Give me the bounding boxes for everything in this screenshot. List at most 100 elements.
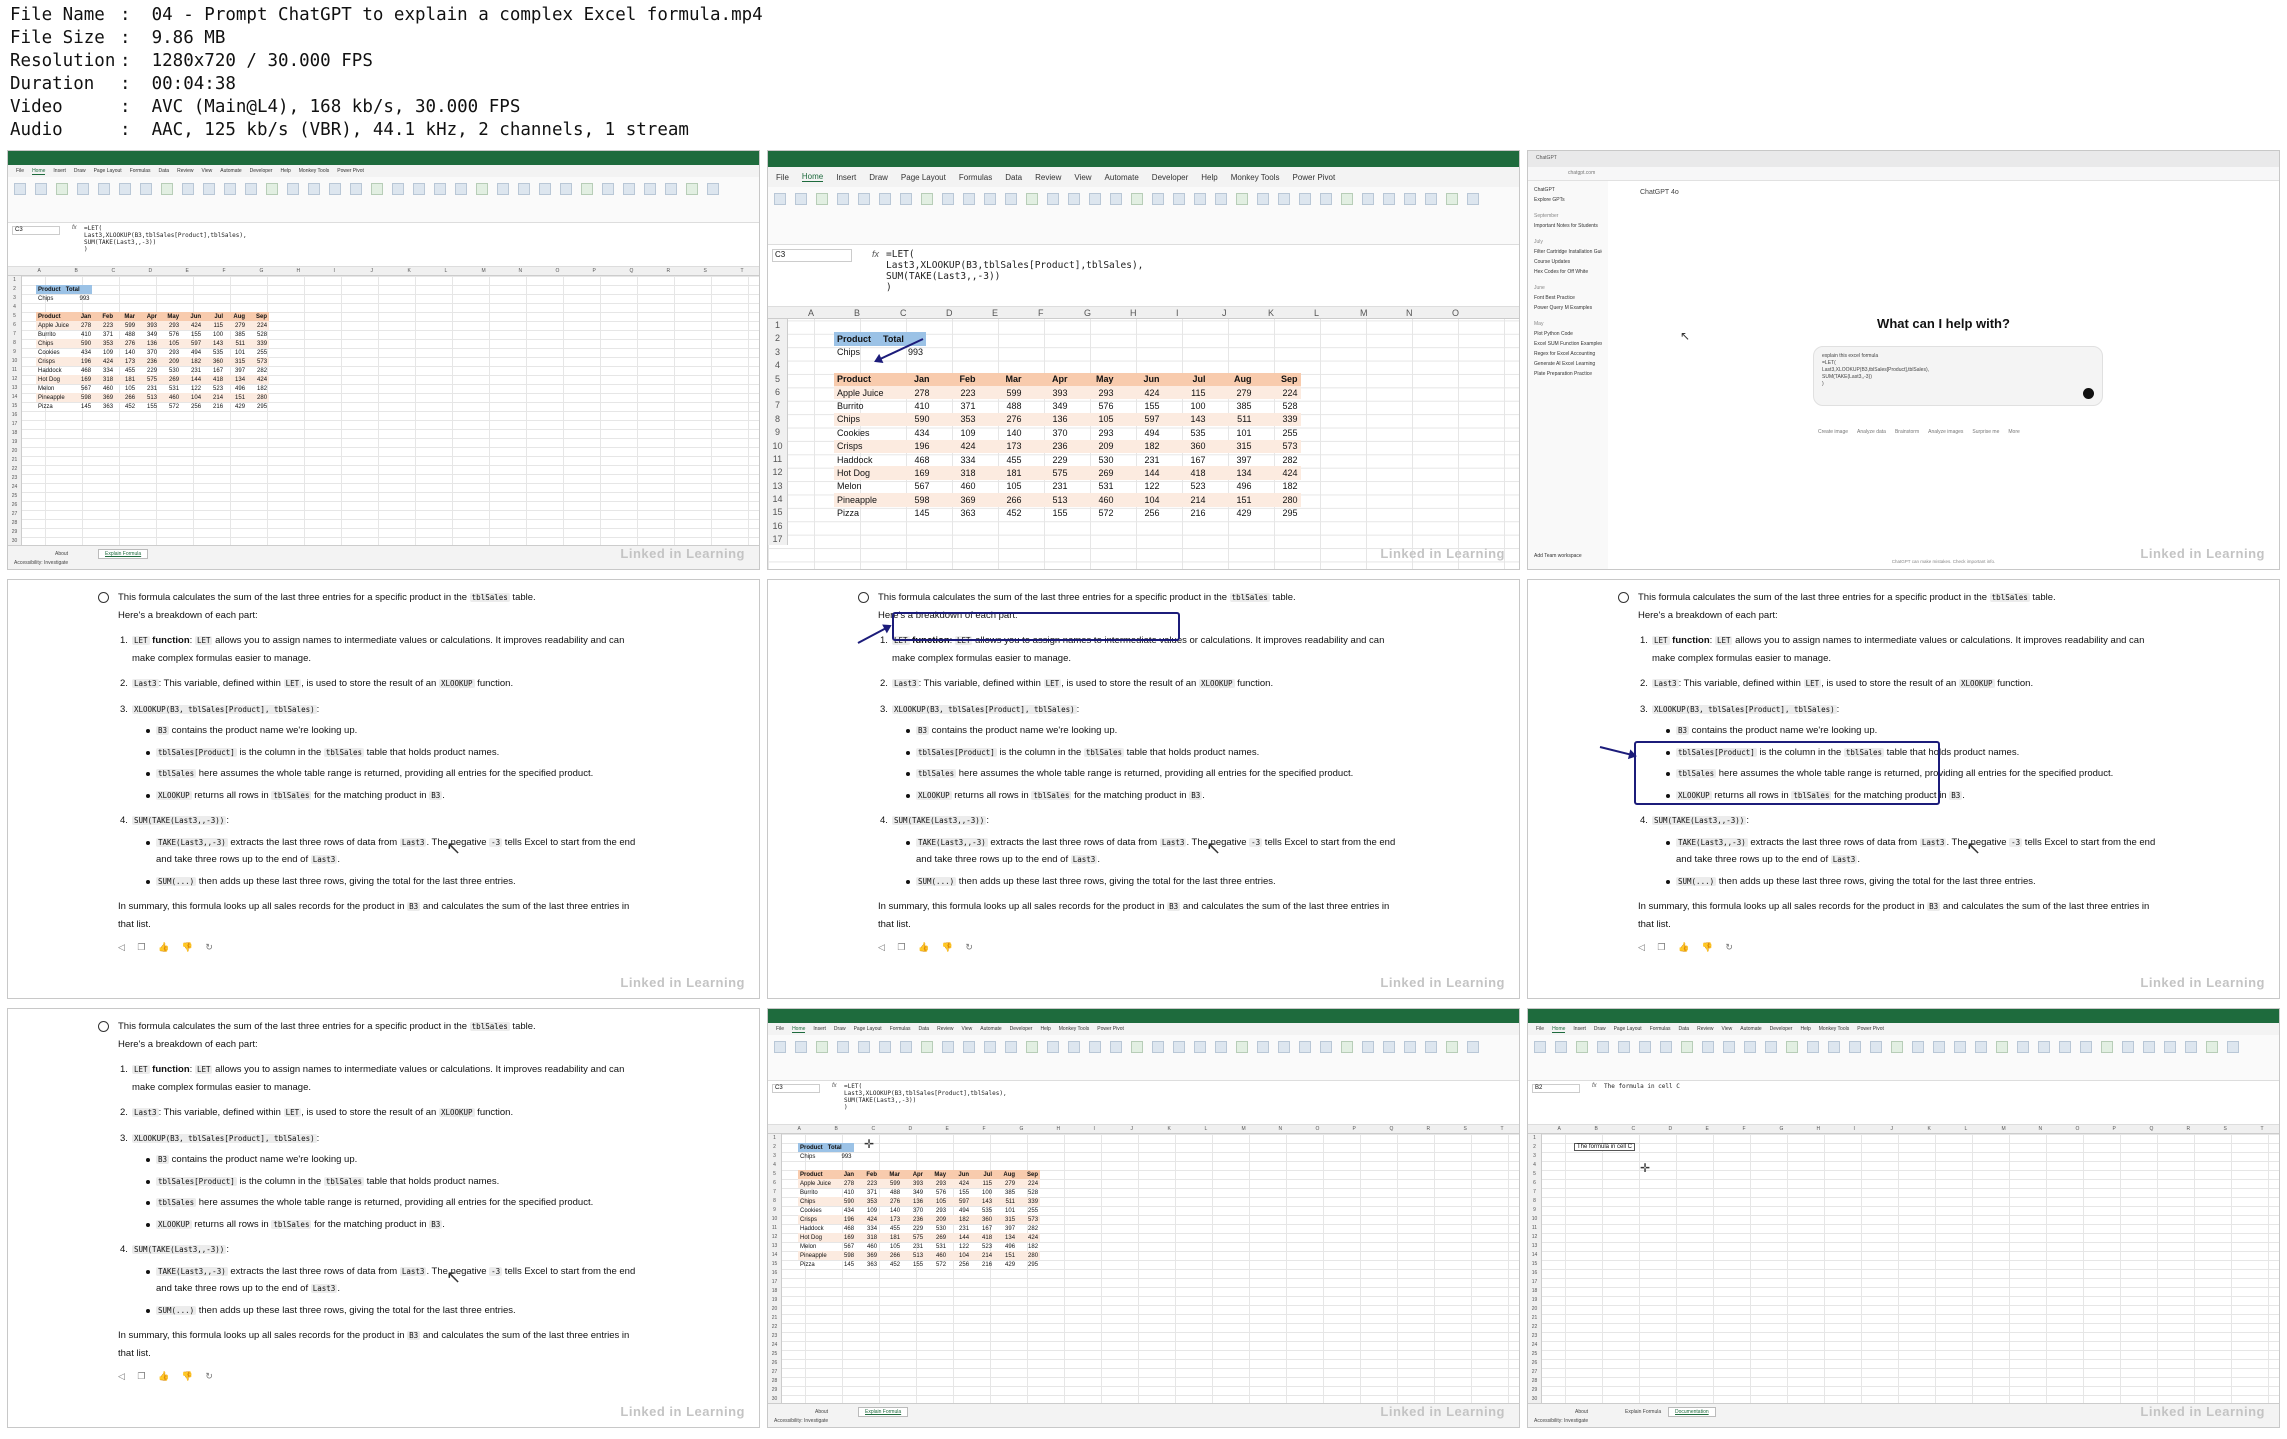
column-header[interactable]: I <box>1176 308 1179 318</box>
ribbon-tab[interactable]: Power Pivot <box>1292 173 1335 182</box>
ribbon-button-icon[interactable] <box>1173 1041 1185 1053</box>
row-header[interactable]: 17 <box>1528 1278 1541 1287</box>
ribbon-tab[interactable]: Draw <box>1594 1026 1606 1032</box>
ribbon-button-icon[interactable] <box>1404 1041 1416 1053</box>
ribbon-button-icon[interactable] <box>2206 1041 2218 1053</box>
sales-cell[interactable]: 280 <box>1254 493 1301 507</box>
column-header[interactable]: M <box>2002 1126 2006 1132</box>
sales-cell[interactable]: 513 <box>902 1251 926 1260</box>
column-header[interactable]: E <box>186 268 189 274</box>
column-header[interactable]: H <box>297 268 301 274</box>
sales-cell[interactable]: 528 <box>1017 1188 1040 1197</box>
sales-cell[interactable]: 369 <box>856 1251 880 1260</box>
row-header[interactable]: 4 <box>768 359 787 372</box>
row-header[interactable]: 9 <box>768 1206 781 1215</box>
row-header[interactable]: 4 <box>8 303 21 312</box>
sidebar-item[interactable]: Power Query M Examples <box>1534 305 1602 315</box>
sales-cell[interactable]: 143 <box>203 339 226 348</box>
sales-header[interactable]: May <box>159 312 182 321</box>
sales-cell[interactable]: 334 <box>933 453 979 466</box>
sidebar-item[interactable]: Hex Codes for Off White <box>1534 269 1602 279</box>
row-header[interactable]: 20 <box>1528 1305 1541 1314</box>
sales-cell[interactable]: 100 <box>203 330 225 339</box>
column-header[interactable]: H <box>1057 1126 1061 1132</box>
ribbon-button-icon[interactable] <box>879 193 891 205</box>
sales-cell[interactable]: 105 <box>925 1197 949 1206</box>
sales-cell[interactable]: 575 <box>1024 466 1071 480</box>
ribbon-button-icon[interactable] <box>1975 1041 1987 1053</box>
sales-cell[interactable]: 429 <box>994 1260 1017 1269</box>
sales-cell[interactable]: Haddock <box>36 366 71 375</box>
ribbon-button-icon[interactable] <box>1933 1041 1945 1053</box>
ribbon-button-icon[interactable] <box>1446 193 1458 205</box>
sales-cell[interactable]: 370 <box>137 348 159 357</box>
sales-cell[interactable]: 460 <box>1070 493 1117 507</box>
ribbon-button-icon[interactable] <box>1173 193 1185 205</box>
sales-cell[interactable]: 269 <box>925 1233 949 1242</box>
column-header[interactable]: K <box>1168 1126 1171 1132</box>
sidebar-item[interactable]: Excel SUM Function Examples <box>1534 341 1602 351</box>
ribbon-tab[interactable]: Home <box>801 172 824 182</box>
sales-cell[interactable]: 455 <box>979 453 1025 466</box>
sales-cell[interactable]: 151 <box>994 1251 1018 1260</box>
ribbon-button-icon[interactable] <box>1383 193 1395 205</box>
sales-cell[interactable]: 334 <box>856 1224 879 1233</box>
sales-cell[interactable]: 231 <box>137 384 159 393</box>
sales-cell[interactable]: 494 <box>948 1206 971 1215</box>
ribbon-button-icon[interactable] <box>686 183 698 195</box>
sales-cell[interactable]: 224 <box>247 321 270 330</box>
sales-cell[interactable]: 424 <box>1116 385 1163 400</box>
sales-cell[interactable]: 418 <box>971 1233 995 1242</box>
sales-cell[interactable]: 496 <box>225 384 247 393</box>
sales-cell[interactable]: 360 <box>1162 439 1209 453</box>
product-cell[interactable]: Chips <box>36 294 64 303</box>
sales-cell[interactable]: 223 <box>93 321 116 330</box>
sales-cell[interactable]: 393 <box>902 1179 926 1188</box>
sales-cell[interactable]: 573 <box>1017 1215 1041 1224</box>
ribbon-button-icon[interactable] <box>161 183 173 195</box>
fx-icon[interactable]: fx <box>832 1083 837 1089</box>
sales-cell[interactable]: 279 <box>225 321 248 330</box>
sales-cell[interactable]: 216 <box>1163 507 1209 520</box>
row-header[interactable]: 26 <box>1528 1359 1541 1368</box>
ribbon-button-icon[interactable] <box>1383 1041 1395 1053</box>
sales-cell[interactable]: 136 <box>137 339 160 348</box>
ribbon-button-icon[interactable] <box>1467 1041 1479 1053</box>
ribbon-tab[interactable]: Data <box>919 1026 930 1032</box>
ribbon-button-icon[interactable] <box>1681 1041 1693 1053</box>
sales-header[interactable]: Aug <box>1208 372 1255 386</box>
row-header[interactable]: 15 <box>768 506 787 519</box>
sidebar-item[interactable]: Plot Python Code <box>1534 331 1602 341</box>
sales-cell[interactable]: 468 <box>887 453 933 466</box>
column-header[interactable]: F <box>223 268 226 274</box>
sales-cell[interactable]: 295 <box>1017 1260 1040 1269</box>
sales-cell[interactable]: 597 <box>181 339 204 348</box>
ribbon-tab[interactable]: Help <box>1201 173 1217 182</box>
sales-cell[interactable]: 318 <box>932 466 979 480</box>
sidebar-item[interactable]: Font Best Practice <box>1534 295 1602 305</box>
sales-cell[interactable]: 155 <box>181 330 203 339</box>
column-header[interactable]: I <box>334 268 335 274</box>
suggestion-chip[interactable]: More <box>2008 429 2019 435</box>
row-header[interactable]: 7 <box>768 1188 781 1197</box>
ribbon-tab[interactable]: Draw <box>869 173 888 182</box>
column-header[interactable]: L <box>1205 1126 1208 1132</box>
column-header[interactable]: B <box>854 308 860 318</box>
row-header[interactable]: 17 <box>768 1278 781 1287</box>
column-header[interactable]: K <box>1928 1126 1931 1132</box>
row-header[interactable]: 7 <box>8 330 21 339</box>
sales-cell[interactable]: 567 <box>71 384 93 393</box>
ribbon-button-icon[interactable] <box>1660 1041 1672 1053</box>
ribbon-button-icon[interactable] <box>1320 193 1332 205</box>
sales-cell[interactable]: 452 <box>115 402 137 411</box>
fx-icon[interactable]: fx <box>872 249 879 259</box>
column-header[interactable]: F <box>983 1126 986 1132</box>
sales-cell[interactable]: 293 <box>159 348 181 357</box>
sales-cell[interactable]: 115 <box>203 321 226 330</box>
sales-cell[interactable]: 576 <box>159 330 181 339</box>
sales-cell[interactable]: 182 <box>1255 480 1301 493</box>
ribbon-button-icon[interactable] <box>287 183 299 195</box>
sidebar-item[interactable]: Important Notes for Students <box>1534 223 1602 233</box>
column-header[interactable]: R <box>667 268 671 274</box>
fx-icon[interactable]: fx <box>72 225 77 231</box>
